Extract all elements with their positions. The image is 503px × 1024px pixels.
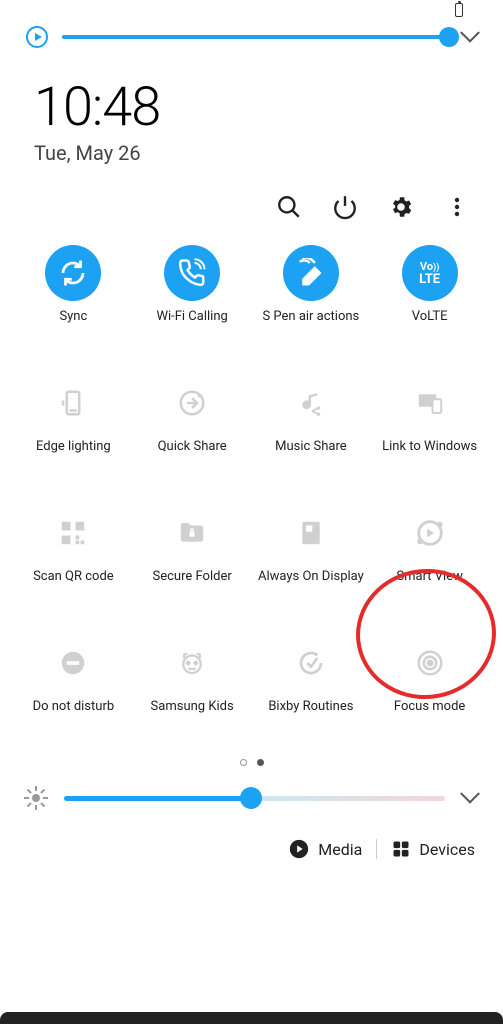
sync-icon bbox=[45, 245, 101, 301]
status-bar bbox=[0, 0, 503, 18]
chevron-down-icon[interactable] bbox=[460, 23, 480, 43]
media-scrubber-row bbox=[0, 18, 503, 48]
page-dot-2[interactable] bbox=[257, 759, 264, 766]
tile-label: Edge lighting bbox=[36, 439, 111, 471]
tile-samsung-kids[interactable]: Samsung Kids bbox=[133, 635, 252, 731]
tile-always-on-display[interactable]: Always On Display bbox=[252, 505, 371, 601]
aod-icon bbox=[283, 505, 339, 561]
link-windows-icon bbox=[402, 375, 458, 431]
quick-share-icon bbox=[164, 375, 220, 431]
tile-do-not-disturb[interactable]: Do not disturb bbox=[14, 635, 133, 731]
tile-focus-mode[interactable]: Focus mode bbox=[370, 635, 489, 731]
tile-link-windows[interactable]: Link to Windows bbox=[370, 375, 489, 471]
quick-settings-grid: Sync Wi-Fi Calling S Pen air actions Vo)… bbox=[0, 221, 503, 731]
tile-wifi-calling[interactable]: Wi-Fi Calling bbox=[133, 245, 252, 341]
tile-edge-lighting[interactable]: Edge lighting bbox=[14, 375, 133, 471]
page-indicator[interactable] bbox=[0, 731, 503, 774]
play-solid-icon bbox=[288, 838, 310, 860]
qr-icon bbox=[45, 505, 101, 561]
media-slider[interactable] bbox=[62, 35, 449, 39]
page-dot-1[interactable] bbox=[240, 759, 247, 766]
brightness-thumb[interactable] bbox=[240, 787, 262, 809]
gear-icon[interactable] bbox=[387, 193, 415, 221]
tile-label: Always On Display bbox=[258, 569, 364, 601]
tile-music-share[interactable]: Music Share bbox=[252, 375, 371, 471]
wifi-calling-icon bbox=[164, 245, 220, 301]
search-icon[interactable] bbox=[275, 193, 303, 221]
tile-volte[interactable]: Vo))LTE VoLTE bbox=[370, 245, 489, 341]
play-icon[interactable] bbox=[26, 26, 48, 48]
battery-icon bbox=[455, 3, 463, 17]
tile-label: Wi-Fi Calling bbox=[156, 309, 227, 341]
tile-label: Focus mode bbox=[394, 699, 465, 731]
tile-label: Sync bbox=[59, 309, 87, 341]
tile-label: S Pen air actions bbox=[262, 309, 359, 341]
brightness-slider[interactable] bbox=[64, 796, 445, 801]
brightness-row bbox=[0, 774, 503, 808]
tile-label: Music Share bbox=[275, 439, 347, 471]
separator bbox=[376, 839, 377, 859]
tile-label: Smart View bbox=[396, 569, 463, 601]
tile-s-pen-air[interactable]: S Pen air actions bbox=[252, 245, 371, 341]
edge-lighting-icon bbox=[45, 375, 101, 431]
tile-label: Scan QR code bbox=[33, 569, 114, 601]
tile-label: Bixby Routines bbox=[268, 699, 353, 731]
s-pen-air-icon bbox=[283, 245, 339, 301]
tile-sync[interactable]: Sync bbox=[14, 245, 133, 341]
tile-secure-folder[interactable]: Secure Folder bbox=[133, 505, 252, 601]
bixby-routines-icon bbox=[283, 635, 339, 691]
tile-label: Secure Folder bbox=[153, 569, 232, 601]
music-share-icon bbox=[283, 375, 339, 431]
more-icon[interactable] bbox=[443, 193, 471, 221]
tile-quick-share[interactable]: Quick Share bbox=[133, 375, 252, 471]
clock-time: 10:48 bbox=[34, 76, 469, 139]
power-icon[interactable] bbox=[331, 193, 359, 221]
secure-folder-icon bbox=[164, 505, 220, 561]
utility-row bbox=[0, 165, 503, 221]
tile-label: Do not disturb bbox=[33, 699, 115, 731]
tile-bixby-routines[interactable]: Bixby Routines bbox=[252, 635, 371, 731]
media-button[interactable]: Media bbox=[288, 838, 362, 860]
clock-date: Tue, May 26 bbox=[34, 141, 469, 165]
tile-scan-qr[interactable]: Scan QR code bbox=[14, 505, 133, 601]
tile-label: VoLTE bbox=[412, 309, 448, 341]
tile-smart-view[interactable]: Smart View bbox=[370, 505, 489, 601]
media-slider-thumb[interactable] bbox=[439, 27, 459, 47]
tile-label: Quick Share bbox=[158, 439, 227, 471]
devices-label: Devices bbox=[419, 840, 475, 859]
dnd-icon bbox=[45, 635, 101, 691]
volte-icon: Vo))LTE bbox=[402, 245, 458, 301]
bottom-row: Media Devices bbox=[0, 808, 503, 860]
brightness-icon bbox=[26, 788, 46, 808]
clock-block: 10:48 Tue, May 26 bbox=[0, 48, 503, 165]
chevron-down-icon[interactable] bbox=[460, 784, 480, 804]
tile-label: Link to Windows bbox=[382, 439, 477, 471]
samsung-kids-icon bbox=[164, 635, 220, 691]
devices-button[interactable]: Devices bbox=[391, 839, 475, 859]
media-label: Media bbox=[318, 840, 362, 859]
focus-mode-icon bbox=[402, 635, 458, 691]
devices-grid-icon bbox=[391, 839, 411, 859]
bottom-edge bbox=[0, 1012, 503, 1024]
tile-label: Samsung Kids bbox=[151, 699, 234, 731]
smart-view-icon bbox=[402, 505, 458, 561]
